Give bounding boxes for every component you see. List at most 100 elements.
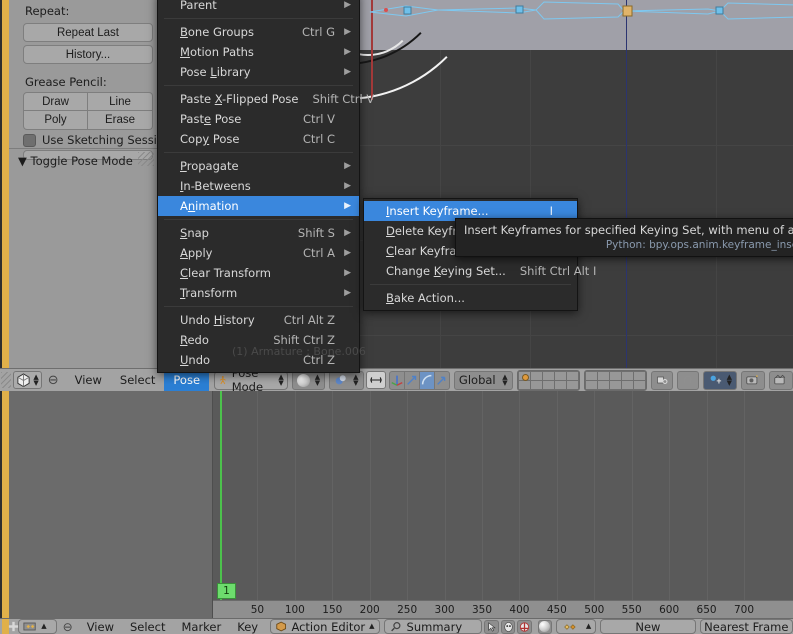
armature-layers-grid-1[interactable] xyxy=(516,369,580,391)
manipulator-translate-button[interactable] xyxy=(403,370,420,390)
layer-cell[interactable] xyxy=(633,371,645,380)
menu-item[interactable]: Change Keying Set... Shift Ctrl Alt I xyxy=(364,261,596,281)
dope-sheet-header[interactable]: ▲ ⊖ View Select Marker Key Action Editor… xyxy=(0,618,793,634)
layer-cell[interactable] xyxy=(597,371,609,380)
grease-erase-button[interactable]: Erase xyxy=(88,111,153,130)
transform-orientation-selector[interactable]: Global ▲ ▼ xyxy=(453,370,513,390)
manipulator-rotate-button[interactable] xyxy=(418,370,435,390)
layer-cell[interactable] xyxy=(585,380,597,389)
dope-menu-marker[interactable]: Marker xyxy=(173,619,229,634)
editor-spinner[interactable]: ▲ xyxy=(41,623,46,630)
manipulator-toggle[interactable] xyxy=(365,371,386,389)
layer-cell[interactable] xyxy=(621,380,633,389)
menu-item[interactable]: In-Betweens ▶ xyxy=(158,176,359,196)
layer-cell[interactable] xyxy=(542,380,554,389)
armature-layers-grid-2[interactable] xyxy=(583,369,647,391)
history-button[interactable]: History... xyxy=(23,45,153,64)
proportional-edit-toggle[interactable] xyxy=(650,370,673,390)
viewport-header[interactable]: ▲▼ ⊖ View Select Pose Pose Mode ▲▼ ▲▼ xyxy=(0,366,793,394)
manipulator-scale-button[interactable] xyxy=(433,370,450,390)
new-action-button[interactable]: New xyxy=(8,619,696,634)
menu-item[interactable]: Clear Transform ▶ xyxy=(158,263,359,283)
menu-item[interactable]: Paste Pose Ctrl V xyxy=(158,109,359,129)
render-image-button[interactable] xyxy=(741,370,765,390)
menu-item[interactable]: Bake Action... xyxy=(364,288,577,308)
grease-draw-button[interactable]: Draw xyxy=(23,92,88,111)
collapse-menus-icon-2[interactable]: ⊖ xyxy=(63,620,73,634)
menu-item[interactable]: Motion Paths ▶ xyxy=(158,42,359,62)
snap-target-selector[interactable]: ▲ ▼ xyxy=(702,370,737,390)
header-drag-grip[interactable] xyxy=(1,372,12,388)
action-datablock-selector[interactable]: Summary xyxy=(383,619,483,634)
spinner-arrows[interactable]: ▲ ▼ xyxy=(33,373,38,386)
shading-spinner[interactable]: ▲ ▼ xyxy=(315,373,320,386)
collapse-menus-icon[interactable]: ⊖ xyxy=(48,373,59,388)
show-errors-toggle[interactable] xyxy=(517,619,532,634)
menu-item[interactable]: Copy Pose Ctrl C xyxy=(158,129,359,149)
layer-cell[interactable] xyxy=(554,371,566,380)
menu-item[interactable]: Snap Shift S ▶ xyxy=(158,223,359,243)
menu-item[interactable]: Pose Library ▶ xyxy=(158,62,359,82)
orientation-spinner[interactable]: ▲ ▼ xyxy=(502,373,507,386)
dopesheet-mode-selector[interactable]: Action Editor ▲ xyxy=(270,619,380,634)
keyframe-type-selector[interactable]: ▲ xyxy=(556,619,597,634)
collapse-triangle-icon[interactable]: ▼ xyxy=(18,154,27,168)
checkbox-box[interactable] xyxy=(23,133,36,147)
layer-cell[interactable] xyxy=(542,371,554,380)
layer-cell[interactable] xyxy=(554,380,566,389)
viewport-shading-selector[interactable]: ▲ ▼ xyxy=(291,370,326,390)
layer-cell[interactable] xyxy=(518,371,530,381)
menu-view[interactable]: View xyxy=(66,370,111,391)
sphere-filter-toggle[interactable] xyxy=(537,619,553,634)
menu-item[interactable]: Apply Ctrl A ▶ xyxy=(158,243,359,263)
mode-spinner-2[interactable]: ▲ xyxy=(369,623,374,630)
editor-type-selector[interactable]: ▲ ▼ xyxy=(13,371,42,389)
playhead-line[interactable] xyxy=(220,391,222,601)
menu-item[interactable]: Propagate ▶ xyxy=(158,156,359,176)
layer-cell[interactable] xyxy=(530,371,542,380)
layer-cell[interactable] xyxy=(566,371,578,380)
panel-resize-grip[interactable] xyxy=(138,152,154,166)
dope-menu-select[interactable]: Select xyxy=(122,619,173,634)
layer-cell[interactable] xyxy=(518,380,530,389)
layer-cell[interactable] xyxy=(597,380,609,389)
layer-cell[interactable] xyxy=(621,371,633,380)
armature-bone-chain[interactable] xyxy=(368,0,793,40)
layer-cell[interactable] xyxy=(530,380,542,389)
frame-ruler[interactable]: 50 100 150 200 250 300 350 400 450 500 550 600 650 70… xyxy=(213,600,793,618)
snap-spinner[interactable]: ▲ ▼ xyxy=(727,373,732,386)
dopesheet-editor-type-selector[interactable]: ▲ xyxy=(18,619,57,634)
menu-item[interactable]: Paste X-Flipped Pose Shift Ctrl V xyxy=(158,89,374,109)
menu-item[interactable]: Parent ▶ xyxy=(158,0,359,15)
selectability-toggle[interactable] xyxy=(484,619,499,634)
operator-panel-header[interactable]: ▼ Toggle Pose Mode xyxy=(18,154,133,168)
menu-item[interactable]: Transform ▶ xyxy=(158,283,359,303)
menu-item[interactable]: Undo History Ctrl Alt Z xyxy=(158,310,359,330)
layer-cell[interactable] xyxy=(566,380,578,389)
snap-toggle[interactable] xyxy=(676,370,699,390)
manipulator-axis-button[interactable] xyxy=(388,370,405,390)
dope-menu-view[interactable]: View xyxy=(79,619,122,634)
grease-line-button[interactable]: Line xyxy=(88,92,153,111)
render-animation-button[interactable] xyxy=(769,370,793,390)
layer-cell[interactable] xyxy=(609,371,621,380)
auto-snap-selector[interactable]: Nearest Frame xyxy=(699,619,793,634)
pose-menu[interactable]: Parent ▶ Bone Groups Ctrl G ▶ Motion Paths ▶ Po… xyxy=(157,0,374,373)
repeat-last-button[interactable]: Repeat Last xyxy=(23,23,153,42)
grease-poly-button[interactable]: Poly xyxy=(23,111,88,130)
dope-menu-key[interactable]: Key xyxy=(229,619,266,634)
pivot-spinner[interactable]: ▲ ▼ xyxy=(353,373,358,386)
mode-selector[interactable]: Pose Mode ▲ ▼ xyxy=(214,366,288,394)
tool-shelf[interactable]: Repeat: Repeat Last History... Grease Pe… xyxy=(9,0,157,368)
layer-cell[interactable] xyxy=(609,380,621,389)
layer-cell[interactable] xyxy=(633,380,645,389)
dope-sheet-region[interactable]: 50 100 150 200 250 300 350 400 450 500 550 600 650 70… xyxy=(0,391,793,618)
pivot-point-selector[interactable]: ▲ ▼ xyxy=(329,370,364,390)
current-frame-indicator[interactable]: 1 xyxy=(217,583,236,599)
menu-item[interactable]: Animation ▶ xyxy=(158,196,359,216)
keyframe-spinner[interactable]: ▲ xyxy=(586,623,591,630)
layer-cell[interactable] xyxy=(585,371,597,380)
only-show-selected-toggle[interactable] xyxy=(500,619,516,634)
use-sketching-sessions-checkbox[interactable]: Use Sketching Sessi xyxy=(23,133,157,147)
mode-spinner[interactable]: ▲ ▼ xyxy=(278,373,283,386)
